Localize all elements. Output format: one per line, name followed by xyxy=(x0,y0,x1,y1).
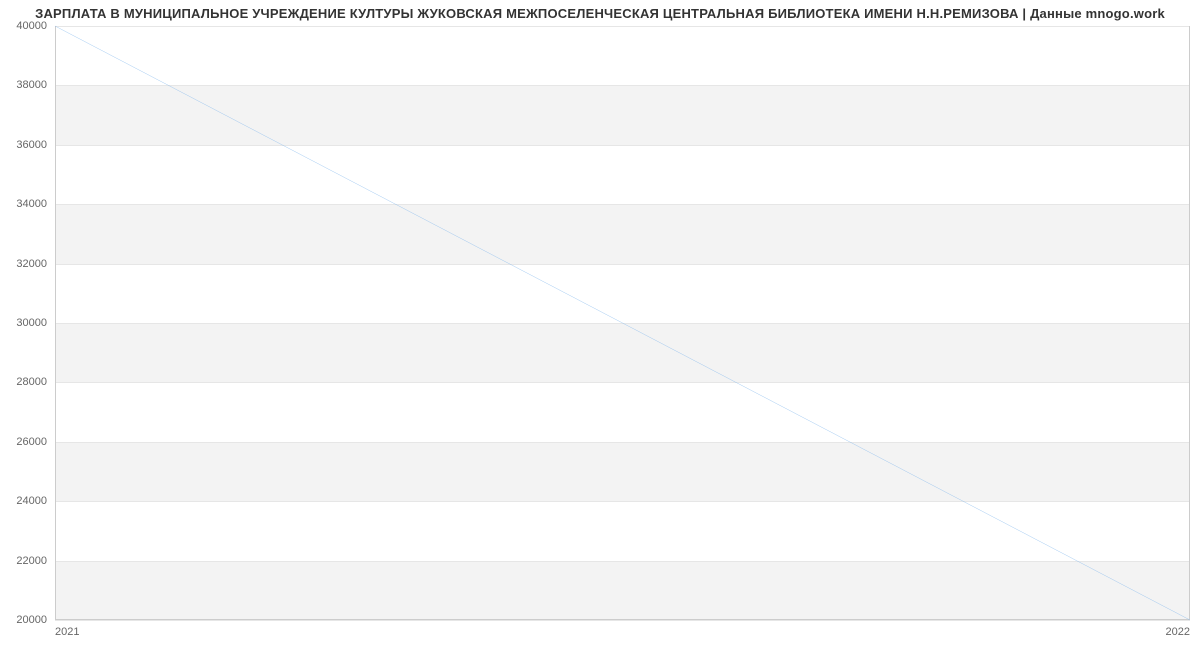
y-tick-label: 32000 xyxy=(16,258,47,270)
y-tick-label: 20000 xyxy=(16,614,47,626)
chart-title: ЗАРПЛАТА В МУНИЦИПАЛЬНОЕ УЧРЕЖДЕНИЕ КУЛТ… xyxy=(0,0,1200,25)
x-tick-label: 2021 xyxy=(55,626,79,638)
plot-area: 2000022000240002600028000300003200034000… xyxy=(55,26,1190,620)
y-tick-label: 40000 xyxy=(16,20,47,32)
y-tick-label: 38000 xyxy=(16,79,47,91)
y-tick-label: 34000 xyxy=(16,198,47,210)
x-tick-label: 2022 xyxy=(1166,626,1190,638)
y-tick-label: 22000 xyxy=(16,555,47,567)
y-tick-label: 30000 xyxy=(16,317,47,329)
line-series xyxy=(55,26,1190,620)
data-line xyxy=(55,26,1190,620)
y-tick-label: 24000 xyxy=(16,495,47,507)
y-tick-label: 36000 xyxy=(16,139,47,151)
chart-container: ЗАРПЛАТА В МУНИЦИПАЛЬНОЕ УЧРЕЖДЕНИЕ КУЛТ… xyxy=(0,0,1200,650)
y-tick-label: 28000 xyxy=(16,376,47,388)
y-grid-line xyxy=(55,620,1190,621)
y-tick-label: 26000 xyxy=(16,436,47,448)
